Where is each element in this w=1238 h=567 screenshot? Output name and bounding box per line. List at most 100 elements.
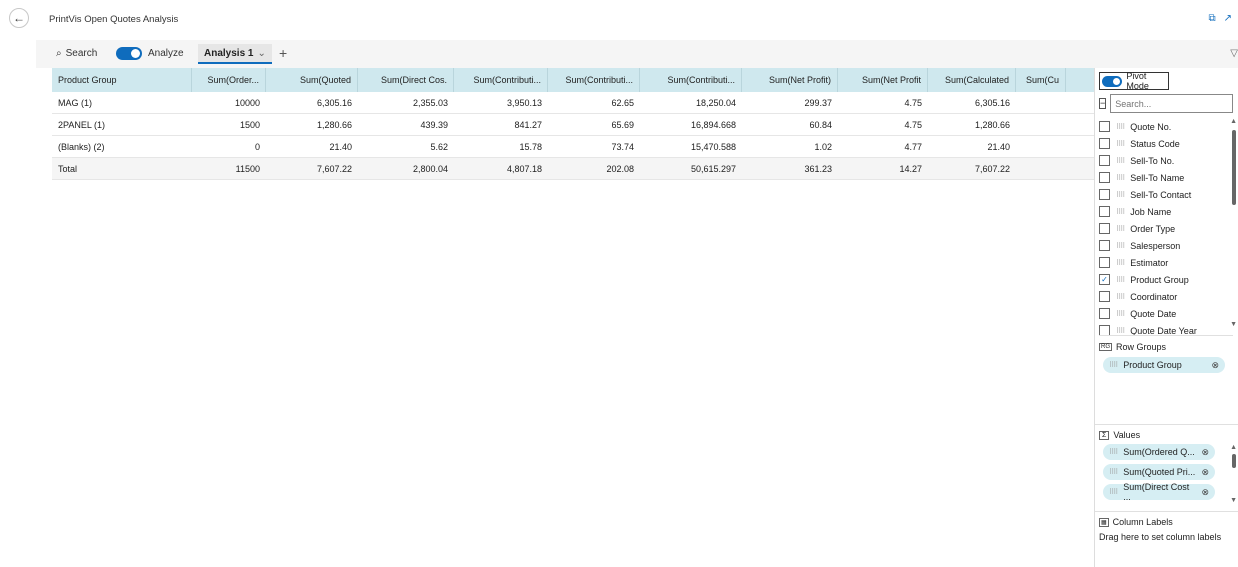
column-search-input[interactable]	[1110, 94, 1234, 113]
scroll-down-icon[interactable]: ▼	[1230, 321, 1237, 328]
value-chip[interactable]: ⠿⠿ Sum(Ordered Q... ⊗	[1103, 444, 1215, 460]
drag-handle-icon[interactable]: ⠿⠿	[1109, 361, 1118, 369]
column-list-item[interactable]: ⠿⠿ Quote No.	[1099, 118, 1233, 135]
column-list-item[interactable]: ⠿⠿ Coordinator	[1099, 288, 1233, 305]
add-tab-button[interactable]: +	[279, 45, 287, 61]
table-cell: 361.23	[804, 163, 832, 174]
value-chip[interactable]: ⠿⠿ Sum(Quoted Pri... ⊗	[1103, 464, 1215, 480]
remove-icon[interactable]: ⊗	[1201, 447, 1209, 458]
checkbox-icon[interactable]	[1099, 240, 1110, 251]
values-scroll-down-icon[interactable]: ▼	[1230, 497, 1237, 504]
table-cell	[1016, 114, 1066, 135]
checked-checkbox-icon[interactable]: ✓	[1099, 274, 1110, 285]
column-list-label: Sell-To Contact	[1130, 189, 1192, 200]
column-list-item[interactable]: ⠿⠿ Job Name	[1099, 203, 1233, 220]
column-header[interactable]: Sum(Contributi...	[548, 68, 640, 92]
column-header[interactable]: Product Group	[52, 68, 192, 92]
checkbox-icon[interactable]	[1099, 257, 1110, 268]
column-list-item[interactable]: ⠿⠿ Order Type	[1099, 220, 1233, 237]
values-scroll-up-icon[interactable]: ▲	[1230, 444, 1237, 451]
column-header[interactable]: Sum(Contributi...	[640, 68, 742, 92]
drag-handle-icon[interactable]: ⠿⠿	[1116, 276, 1125, 284]
row-groups-icon: RG	[1099, 343, 1112, 351]
drag-handle-icon[interactable]: ⠿⠿	[1116, 157, 1125, 165]
drag-handle-icon[interactable]: ⠿⠿	[1116, 242, 1125, 250]
row-group-chip[interactable]: ⠿⠿ Product Group ⊗	[1103, 357, 1225, 373]
table-row[interactable]: (Blanks) (2) 0 21.40 5.62 15.78 73.74 15,470.5…	[52, 136, 1108, 158]
drag-handle-icon[interactable]: ⠿⠿	[1116, 293, 1125, 301]
top-bar: ← PrintVis Open Quotes Analysis ⧉ ↗	[0, 0, 1238, 40]
checkbox-icon[interactable]	[1099, 291, 1110, 302]
drag-handle-icon[interactable]: ⠿⠿	[1109, 448, 1118, 456]
pivot-mode-toggle[interactable]: Pivot Mode	[1099, 71, 1169, 91]
column-list-item[interactable]: ✓ ⠿⠿ Product Group	[1099, 271, 1233, 288]
drag-handle-icon[interactable]: ⠿⠿	[1116, 225, 1125, 233]
checkbox-icon[interactable]	[1099, 206, 1110, 217]
column-header[interactable]: Sum(Order...	[192, 68, 266, 92]
column-header[interactable]: Sum(Net Profit)	[742, 68, 838, 92]
remove-icon[interactable]: ⊗	[1201, 487, 1209, 498]
table-row[interactable]: 2PANEL (1) 1500 1,280.66 439.39 841.27 65.69 1…	[52, 114, 1108, 136]
column-list-item[interactable]: ⠿⠿ Sell-To Name	[1099, 169, 1233, 186]
checkbox-icon[interactable]	[1099, 325, 1110, 335]
column-list-item[interactable]: ⠿⠿ Quote Date	[1099, 305, 1233, 322]
checkbox-icon[interactable]	[1099, 189, 1110, 200]
column-list-item[interactable]: ⠿⠿ Estimator	[1099, 254, 1233, 271]
drag-handle-icon[interactable]: ⠿⠿	[1116, 259, 1125, 267]
column-list-item[interactable]: ⠿⠿ Status Code	[1099, 135, 1233, 152]
remove-icon[interactable]: ⊗	[1201, 467, 1209, 478]
drag-handle-icon[interactable]: ⠿⠿	[1116, 123, 1125, 131]
filter-icon[interactable]: ▽	[1230, 48, 1238, 59]
scroll-up-icon[interactable]: ▲	[1230, 118, 1237, 125]
column-labels-dropzone[interactable]: Drag here to set column labels	[1099, 532, 1221, 542]
expand-icon[interactable]: ↗	[1224, 13, 1232, 24]
total-row[interactable]: Total 11500 7,607.22 2,800.04 4,807.18 202.08…	[52, 158, 1108, 180]
open-new-window-icon[interactable]: ⧉	[1208, 13, 1215, 24]
column-header[interactable]: Sum(Contributi...	[454, 68, 548, 92]
pivot-mode-label: Pivot Mode	[1126, 71, 1149, 91]
checkbox-icon[interactable]	[1099, 308, 1110, 319]
column-list-item[interactable]: ⠿⠿ Salesperson	[1099, 237, 1233, 254]
column-header[interactable]: Sum(Calculated	[928, 68, 1016, 92]
checkbox-icon[interactable]	[1099, 138, 1110, 149]
table-row[interactable]: MAG (1) 10000 6,305.16 2,355.03 3,950.13 62.6…	[52, 92, 1108, 114]
analyze-toggle-switch[interactable]	[116, 47, 142, 60]
table-cell: 5.62	[430, 141, 448, 152]
column-header[interactable]: Sum(Quoted	[266, 68, 358, 92]
column-list-scrollbar[interactable]	[1232, 130, 1236, 205]
checkbox-icon[interactable]	[1099, 155, 1110, 166]
table-cell	[1016, 136, 1066, 157]
column-list-item[interactable]: ⠿⠿ Sell-To No.	[1099, 152, 1233, 169]
pivot-mode-switch[interactable]	[1102, 75, 1123, 87]
tab-analysis-1[interactable]: Analysis 1 ⌄	[198, 44, 272, 64]
values-scrollbar[interactable]	[1232, 454, 1236, 468]
drag-handle-icon[interactable]: ⠿⠿	[1109, 468, 1118, 476]
value-chip[interactable]: ⠿⠿ Sum(Direct Cost ... ⊗	[1103, 482, 1215, 502]
column-list-label: Sell-To No.	[1130, 155, 1175, 166]
drag-handle-icon[interactable]: ⠿⠿	[1109, 488, 1118, 496]
checkbox-icon[interactable]	[1099, 121, 1110, 132]
checkbox-icon[interactable]	[1099, 172, 1110, 183]
drag-handle-icon[interactable]: ⠿⠿	[1116, 208, 1125, 216]
table-cell: 0	[254, 141, 260, 152]
select-all-checkbox[interactable]: −	[1099, 98, 1107, 109]
drag-handle-icon[interactable]: ⠿⠿	[1116, 191, 1125, 199]
column-header[interactable]: Sum(Cu	[1016, 68, 1066, 92]
column-header[interactable]: Sum(Direct Cos.	[358, 68, 454, 92]
column-list-item[interactable]: ⠿⠿ Quote Date Year	[1099, 322, 1233, 335]
column-header[interactable]: Sum(Net Profit	[838, 68, 928, 92]
drag-handle-icon[interactable]: ⠿⠿	[1116, 327, 1125, 335]
drag-handle-icon[interactable]: ⠿⠿	[1116, 140, 1125, 148]
column-list-item[interactable]: ⠿⠿ Sell-To Contact	[1099, 186, 1233, 203]
column-list-label: Product Group	[1130, 274, 1189, 285]
drag-handle-icon[interactable]: ⠿⠿	[1116, 310, 1125, 318]
remove-icon[interactable]: ⊗	[1211, 360, 1219, 371]
table-cell: 1500	[239, 119, 260, 130]
table-cell: 6,305.16	[974, 97, 1010, 108]
checkbox-icon[interactable]	[1099, 223, 1110, 234]
analyze-toggle[interactable]: Analyze	[116, 47, 184, 60]
column-labels-label: Column Labels	[1112, 517, 1173, 527]
search-button[interactable]: ⌕ Search	[56, 48, 97, 59]
drag-handle-icon[interactable]: ⠿⠿	[1116, 174, 1125, 182]
back-arrow-icon[interactable]: ←	[9, 8, 29, 28]
